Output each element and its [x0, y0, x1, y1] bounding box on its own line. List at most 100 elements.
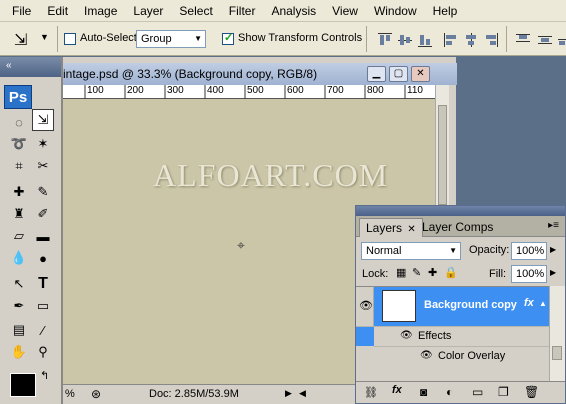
distribute-top-icon[interactable] [516, 33, 530, 47]
status-arrow-icon[interactable]: ▶ [285, 388, 292, 399]
move-tool-icon[interactable]: ⇲ [32, 109, 54, 131]
add-style-icon[interactable]: fx [392, 384, 402, 396]
layers-scrollbar[interactable] [549, 286, 565, 381]
collapse-icon[interactable]: « [6, 60, 12, 71]
options-bar: ⇲ ▼ Auto-Select: Group ▼ Show Transform … [0, 22, 566, 56]
lasso-tool-icon[interactable]: ➰ [8, 133, 30, 155]
effects-visibility[interactable] [356, 326, 374, 346]
menu-bar: File Edit Image Layer Select Filter Anal… [0, 0, 566, 22]
menu-file[interactable]: File [4, 0, 39, 22]
shape-tool-icon[interactable]: ▭ [32, 295, 54, 317]
menu-image[interactable]: Image [76, 0, 125, 22]
menu-select[interactable]: Select [171, 0, 220, 22]
crop-tool-icon[interactable]: ⌗ [8, 155, 30, 177]
align-horizontal-center-icon[interactable] [464, 33, 478, 47]
auto-select-checkbox[interactable] [64, 33, 76, 48]
scroll-thumb[interactable] [438, 105, 447, 205]
panel-header[interactable] [356, 206, 565, 216]
move-tool-preset-icon[interactable]: ⇲ [14, 30, 27, 50]
panel-menu-icon[interactable]: ▸≡ [548, 220, 559, 231]
new-group-icon[interactable]: ▭ [472, 385, 483, 399]
dodge-tool-icon[interactable]: ● [32, 247, 54, 269]
fill-arrow-icon[interactable]: ▶ [550, 268, 556, 277]
maximize-icon[interactable]: ▢ [389, 66, 408, 82]
history-brush-tool-icon[interactable]: ✐ [32, 203, 54, 225]
distribute-bottom-icon[interactable] [558, 33, 566, 47]
swap-colors-icon[interactable]: ↰ [40, 369, 49, 382]
layer-row-background-copy[interactable]: Background copy fx ▲ [374, 286, 549, 326]
link-layers-icon[interactable]: ⛓ [364, 386, 378, 399]
trash-icon[interactable]: 🗑 [524, 385, 539, 399]
auto-select-label: Auto-Select: [80, 32, 140, 44]
menu-layer[interactable]: Layer [125, 0, 171, 22]
eye-icon[interactable]: 👁 [420, 350, 433, 361]
auto-select-dropdown[interactable]: Group ▼ [136, 30, 206, 48]
fill-input[interactable]: 100% [511, 265, 547, 283]
lock-transparent-icon[interactable]: ▦ [396, 266, 406, 279]
lock-all-icon[interactable]: 🔒 [444, 266, 458, 279]
close-icon[interactable]: ✕ [411, 66, 430, 82]
adjustment-layer-icon[interactable]: ◐ [446, 385, 453, 399]
ruler-label: 110 [407, 85, 423, 96]
menu-window[interactable]: Window [366, 0, 425, 22]
opacity-arrow-icon[interactable]: ▶ [550, 245, 556, 254]
gradient-tool-icon[interactable]: ▬ [32, 225, 54, 247]
tab-layer-comps[interactable]: Layer Comps [416, 218, 499, 237]
pen-tool-icon[interactable]: ✒ [8, 295, 30, 317]
eyedropper-tool-icon[interactable]: ⁄ [32, 319, 54, 341]
distribute-center-icon[interactable] [538, 33, 552, 47]
effect-color-overlay-row[interactable]: 👁 Color Overlay [374, 346, 549, 366]
marquee-tool-icon[interactable]: ◌ [8, 111, 30, 133]
path-selection-tool-icon[interactable]: ↖ [8, 273, 30, 295]
new-layer-icon[interactable]: ❐ [498, 385, 509, 399]
lock-position-icon[interactable]: ✚ [428, 266, 437, 279]
clone-stamp-tool-icon[interactable]: ♜ [8, 203, 30, 225]
eye-icon[interactable]: 👁 [400, 330, 413, 341]
scroll-left-icon[interactable]: ◀ [299, 388, 306, 399]
menu-help[interactable]: Help [425, 0, 466, 22]
align-top-icon[interactable] [378, 33, 392, 47]
hand-tool-icon[interactable]: ✋ [8, 341, 30, 363]
layer-visibility-toggle[interactable]: 👁 [356, 286, 374, 326]
lock-image-icon[interactable]: ✎ [412, 266, 421, 279]
menu-edit[interactable]: Edit [39, 0, 76, 22]
doc-size-readout: Doc: 2.85M/53.9M [149, 388, 239, 400]
document-title-bar[interactable]: intage.psd @ 33.3% (Background copy, RGB… [63, 63, 457, 85]
align-vertical-center-icon[interactable] [398, 33, 412, 47]
menu-view[interactable]: View [324, 0, 366, 22]
blur-tool-icon[interactable]: 💧 [8, 247, 30, 269]
magic-wand-tool-icon[interactable]: ✶ [32, 133, 54, 155]
close-icon[interactable]: ✕ [407, 224, 415, 235]
preset-dropdown-arrow-icon[interactable]: ▼ [40, 32, 49, 42]
menu-filter[interactable]: Filter [221, 0, 264, 22]
align-bottom-icon[interactable] [418, 33, 432, 47]
toolbox-header[interactable]: « [0, 57, 61, 77]
show-transform-checkbox[interactable] [222, 31, 234, 48]
eraser-tool-icon[interactable]: ▱ [8, 225, 30, 247]
divider [57, 26, 58, 52]
layers-panel: Layers ✕ Layer Comps ▸≡ Normal ▼ Opacity… [355, 205, 566, 404]
align-left-icon[interactable] [444, 33, 458, 47]
foreground-color-swatch[interactable] [10, 373, 36, 397]
align-right-icon[interactable] [484, 33, 498, 47]
type-tool-icon[interactable]: T [32, 273, 54, 295]
lock-label: Lock: [362, 268, 389, 280]
blend-mode-dropdown[interactable]: Normal ▼ [361, 242, 461, 260]
add-mask-icon[interactable]: ◙ [420, 385, 427, 399]
menu-analysis[interactable]: Analysis [263, 0, 324, 22]
scroll-thumb[interactable] [552, 346, 562, 360]
slice-tool-icon[interactable]: ✂ [32, 155, 54, 177]
zoom-tool-icon[interactable]: ⚲ [32, 341, 54, 363]
healing-brush-tool-icon[interactable]: ✚ [8, 181, 30, 203]
notes-tool-icon[interactable]: ▤ [8, 319, 30, 341]
ruler-label: 700 [327, 85, 344, 96]
zoom-readout[interactable]: % [65, 388, 75, 400]
minimize-icon[interactable]: ▁ [367, 66, 386, 82]
panel-tabs: Layers ✕ Layer Comps ▸≡ [356, 216, 565, 237]
effects-row[interactable]: 👁 Effects [374, 326, 549, 346]
opacity-input[interactable]: 100% [511, 242, 547, 260]
expand-effects-icon[interactable]: ▲ [539, 299, 547, 308]
tab-layers[interactable]: Layers ✕ [359, 218, 423, 237]
status-info-icon[interactable]: ⊛ [91, 387, 101, 401]
brush-tool-icon[interactable]: ✎ [32, 181, 54, 203]
